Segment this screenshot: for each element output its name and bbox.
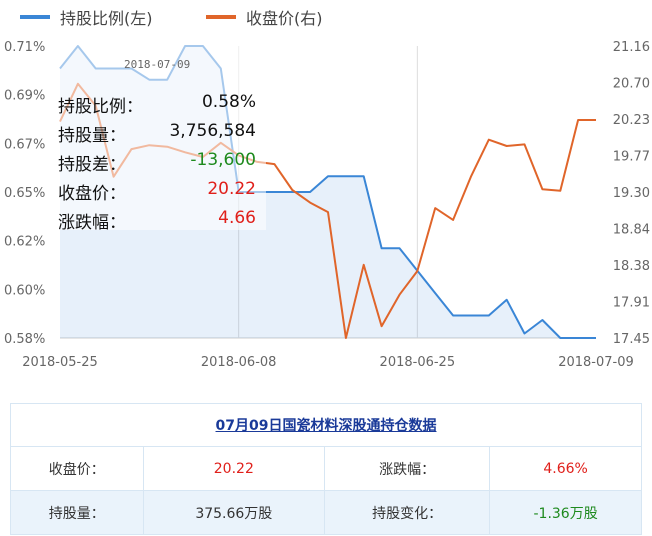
y-left-tick-label: 0.71% [4,40,45,55]
table-row: 持股量： 375.66万股 持股变化： -1.36万股 [10,490,642,535]
tooltip-key: 持股量： [58,126,126,146]
y-right-tick-label: 19.30 [613,186,650,201]
x-axis-ticks: 2018-05-25 2018-06-08 2018-06-25 2018-07-09 [22,355,634,370]
tooltip-row-ratio: 持股比例： 0.58% [58,92,256,122]
y-axis-left-ticks: 0.71% 0.69% 0.67% 0.65% 0.62% 0.60% 0.58% [4,40,45,347]
table-value-volume-change: -1.36万股 [489,490,642,535]
table-label-close: 收盘价： [10,446,144,491]
x-tick-label: 2018-07-09 [558,355,634,370]
x-tick-label: 2018-05-25 [22,355,98,370]
y-right-tick-label: 20.23 [613,113,650,128]
tooltip-value: 20.22 [207,179,256,199]
y-axis-right-ticks: 21.16 20.70 20.23 19.77 19.30 18.84 18.38 17.91… [613,40,650,347]
legend-item-holding-ratio[interactable]: 持股比例(左) [20,5,153,29]
y-left-tick-label: 0.69% [4,89,45,104]
tooltip-row-close: 收盘价： 20.22 [58,179,256,209]
table-title-link[interactable]: 07月09日国瓷材料深股通持仓数据 [216,418,437,434]
x-tick-label: 2018-06-25 [380,355,456,370]
y-right-tick-label: 19.77 [613,150,650,165]
tooltip-key: 涨跌幅： [58,213,126,233]
chart-legend: 持股比例(左) 收盘价(右) [0,0,652,32]
y-right-tick-label: 17.91 [613,296,650,311]
y-left-tick-label: 0.58% [4,332,45,347]
y-right-tick-label: 17.45 [613,332,650,347]
table-title-cell: 07月09日国瓷材料深股通持仓数据 [10,403,642,447]
tooltip-value: 4.66 [218,208,256,228]
tooltip-value: 3,756,584 [169,121,256,141]
legend-swatch-orange [206,15,236,19]
y-right-tick-label: 18.38 [613,259,650,274]
tooltip-key: 持股差： [58,155,126,175]
y-left-tick-label: 0.60% [4,283,45,298]
legend-swatch-blue [20,15,50,19]
x-tick-label: 2018-06-08 [201,355,277,370]
tooltip-key: 持股比例： [58,97,143,117]
tooltip-date: 2018-07-09 [124,58,191,71]
holding-data-table: 07月09日国瓷材料深股通持仓数据 收盘价： 20.22 涨跌幅： 4.66% … [10,403,642,535]
table-value-change: 4.66% [489,446,642,491]
table-value-close: 20.22 [142,446,326,491]
y-left-tick-label: 0.62% [4,235,45,250]
y-right-tick-label: 20.70 [613,77,650,92]
chart-tooltip: 2018-07-09 持股比例： 0.58% 持股量： 3,756,584 持股… [48,44,266,233]
tooltip-row-volume: 持股量： 3,756,584 [58,121,256,151]
y-right-tick-label: 18.84 [613,223,650,238]
y-left-tick-label: 0.65% [4,186,45,201]
y-right-tick-label: 21.16 [613,40,650,55]
tooltip-key: 收盘价： [58,184,126,204]
tooltip-value: -13,600 [190,150,256,170]
tooltip-row-change: 涨跌幅： 4.66 [58,208,256,238]
table-label-change: 涨跌幅： [324,446,491,491]
table-value-volume: 375.66万股 [142,490,326,535]
table-label-volume-change: 持股变化： [324,490,491,535]
legend-label-right: 收盘价(右) [246,9,323,28]
legend-item-close-price[interactable]: 收盘价(右) [206,5,323,29]
tooltip-value: 0.58% [201,92,256,112]
table-label-volume: 持股量： [10,490,144,535]
table-row: 收盘价： 20.22 涨跌幅： 4.66% [10,446,642,491]
y-left-tick-label: 0.67% [4,137,45,152]
tooltip-row-diff: 持股差： -13,600 [58,150,256,180]
legend-label-left: 持股比例(左) [60,9,153,28]
